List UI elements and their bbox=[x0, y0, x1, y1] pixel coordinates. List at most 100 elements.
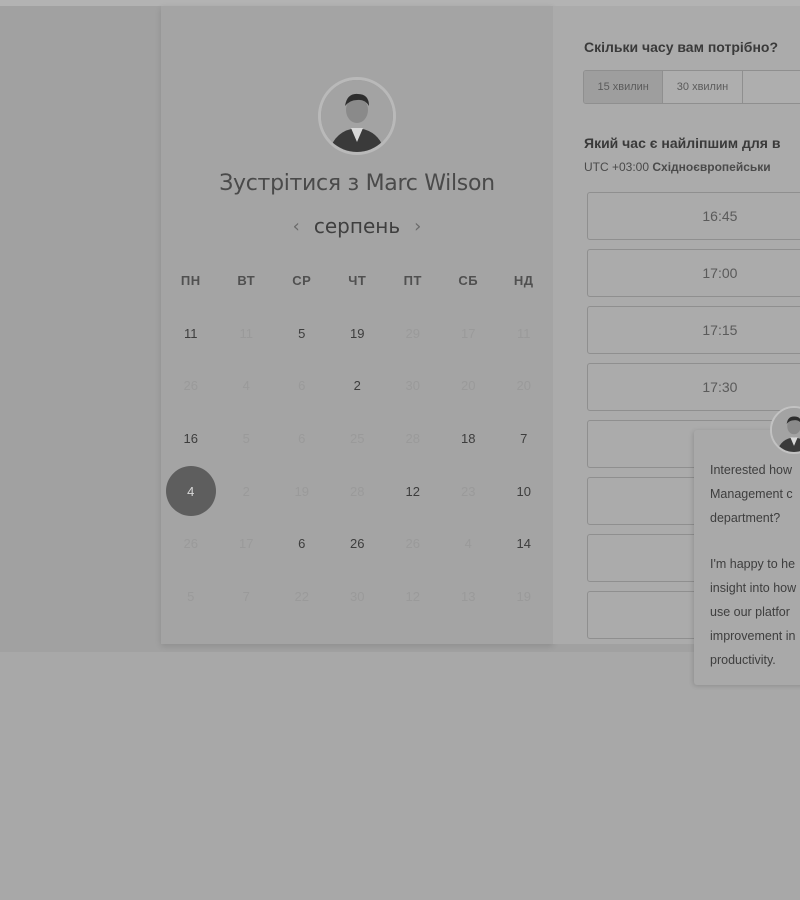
calendar-day-number: 10 bbox=[516, 483, 531, 499]
calendar-day-number: 19 bbox=[350, 325, 365, 341]
time-slot-label: 17:15 bbox=[702, 322, 738, 338]
weekday-label: СБ bbox=[458, 273, 479, 288]
calendar-day-number: 19 bbox=[294, 483, 309, 499]
calendar-day-number: 4 bbox=[242, 378, 250, 394]
weekday-label: СР bbox=[292, 273, 312, 288]
calendar-day-number: 6 bbox=[298, 536, 306, 552]
duration-question: Скільки часу вам потрібно? bbox=[584, 39, 779, 55]
calendar-day-number: 17 bbox=[461, 325, 476, 341]
calendar-day-number: 11 bbox=[184, 325, 198, 341]
calendar-day-number: 29 bbox=[405, 325, 420, 341]
calendar-day-number: 18 bbox=[461, 430, 476, 446]
time-slot-label: 17:00 bbox=[702, 265, 738, 281]
time-slot[interactable]: 16:45 bbox=[587, 192, 800, 240]
person-portrait-icon bbox=[772, 408, 800, 452]
calendar-day-number: 28 bbox=[405, 430, 420, 446]
calendar-day[interactable]: 5 bbox=[274, 307, 330, 360]
calendar-day-number: 30 bbox=[405, 378, 420, 394]
chat-popup[interactable]: Interested how Management c department? … bbox=[694, 430, 800, 685]
chat-line: productivity. bbox=[710, 653, 776, 667]
calendar-day-number: 17 bbox=[239, 536, 254, 552]
calendar-day: 30 bbox=[330, 570, 386, 623]
calendar-day-number: 22 bbox=[294, 588, 309, 604]
calendar-day: 28 bbox=[330, 465, 386, 518]
calendar-day-number: 14 bbox=[516, 536, 531, 552]
prev-month-button[interactable]: ‹ bbox=[279, 216, 314, 237]
meeting-title: Зустрітися з Marc Wilson bbox=[219, 171, 495, 196]
calendar-day: 6 bbox=[274, 412, 330, 465]
calendar-day: 26 bbox=[163, 517, 219, 570]
calendar-day[interactable]: 26 bbox=[330, 517, 386, 570]
calendar-day-number: 2 bbox=[242, 483, 250, 499]
calendar-day: 13 bbox=[441, 570, 497, 623]
calendar-day-number: 4 bbox=[464, 536, 472, 552]
calendar-day-number: 6 bbox=[298, 430, 306, 446]
calendar-day: 23 bbox=[441, 465, 497, 518]
calendar-day: 2 bbox=[219, 465, 275, 518]
calendar-week-row: 26 17 6 26 26 4 14 bbox=[163, 517, 553, 570]
calendar-day[interactable]: 2 bbox=[330, 360, 386, 413]
calendar-day[interactable]: 19 bbox=[330, 307, 386, 360]
calendar-day[interactable]: 12 bbox=[385, 465, 441, 518]
calendar-day: 4 bbox=[441, 517, 497, 570]
calendar-week-row: 4 2 19 28 12 23 10 bbox=[163, 465, 553, 518]
calendar-day[interactable]: 18 bbox=[441, 412, 497, 465]
calendar-day: 19 bbox=[274, 465, 330, 518]
host-avatar bbox=[318, 77, 396, 155]
calendar-day: 20 bbox=[496, 360, 552, 413]
calendar-day-number: 7 bbox=[242, 588, 250, 604]
calendar-day-number: 26 bbox=[183, 536, 198, 552]
time-question: Який час є найліпшим для в bbox=[584, 135, 781, 151]
calendar-day[interactable]: 14 bbox=[496, 517, 552, 570]
timezone-name: Східноєвропейськи bbox=[652, 160, 771, 174]
chat-message: Interested how Management c department? … bbox=[710, 458, 800, 694]
calendar-day-number: 28 bbox=[350, 483, 365, 499]
calendar-day: 6 bbox=[274, 360, 330, 413]
weekday-header: ПН ВТ СР ЧТ ПТ СБ НД bbox=[163, 273, 553, 288]
scheduler-left-panel: Зустрітися з Marc Wilson ‹ серпень › ПН ВТ… bbox=[161, 6, 553, 644]
calendar-day-number: 25 bbox=[350, 430, 365, 446]
calendar-day: 17 bbox=[219, 517, 275, 570]
calendar-day: 26 bbox=[385, 517, 441, 570]
calendar-day-number: 12 bbox=[405, 483, 420, 499]
chat-line: Management c bbox=[710, 487, 793, 501]
month-navigator: ‹ серпень › bbox=[161, 214, 553, 238]
duration-selector: 15 хвилин 30 хвилин bbox=[583, 70, 800, 104]
time-slot[interactable]: 17:00 bbox=[587, 249, 800, 297]
time-slot[interactable]: 17:30 bbox=[587, 363, 800, 411]
calendar-day-number: 23 bbox=[461, 483, 476, 499]
calendar-week-row: 26 4 6 2 30 20 20 bbox=[163, 360, 553, 413]
weekday-label: ЧТ bbox=[348, 273, 367, 288]
weekday-label: ВТ bbox=[237, 273, 256, 288]
calendar-day: 7 bbox=[219, 570, 275, 623]
person-portrait-icon bbox=[321, 80, 393, 152]
calendar-day-number: 11 bbox=[239, 325, 254, 341]
calendar-day: 5 bbox=[219, 412, 275, 465]
calendar-day[interactable]: 11 bbox=[163, 307, 219, 360]
calendar-day[interactable]: 10 bbox=[496, 465, 552, 518]
duration-option-15[interactable]: 15 хвилин bbox=[584, 71, 664, 103]
calendar-day-number: 4 bbox=[165, 466, 216, 517]
next-month-button[interactable]: › bbox=[400, 216, 435, 237]
weekday-label: ПТ bbox=[403, 273, 422, 288]
calendar-day: 11 bbox=[219, 307, 275, 360]
time-slot[interactable]: 17:15 bbox=[587, 306, 800, 354]
calendar-day[interactable]: 7 bbox=[496, 412, 552, 465]
calendar-day: 28 bbox=[385, 412, 441, 465]
calendar-day: 26 bbox=[163, 360, 219, 413]
calendar-day-selected[interactable]: 4 bbox=[163, 465, 219, 518]
calendar-day-number: 16 bbox=[183, 430, 198, 446]
duration-option-more[interactable] bbox=[742, 71, 800, 103]
month-label: серпень bbox=[313, 214, 401, 238]
chat-line: Interested how bbox=[710, 463, 792, 477]
calendar-day-number: 20 bbox=[461, 378, 476, 394]
calendar-day: 22 bbox=[274, 570, 330, 623]
calendar-day[interactable]: 16 bbox=[163, 412, 219, 465]
calendar-day-number: 7 bbox=[520, 430, 528, 446]
duration-option-30[interactable]: 30 хвилин bbox=[663, 71, 743, 103]
calendar-day: 5 bbox=[163, 570, 219, 623]
calendar-day[interactable]: 6 bbox=[274, 517, 330, 570]
calendar-day-number: 13 bbox=[461, 588, 476, 604]
calendar-day: 11 bbox=[496, 307, 552, 360]
calendar-day-number: 5 bbox=[187, 588, 195, 604]
